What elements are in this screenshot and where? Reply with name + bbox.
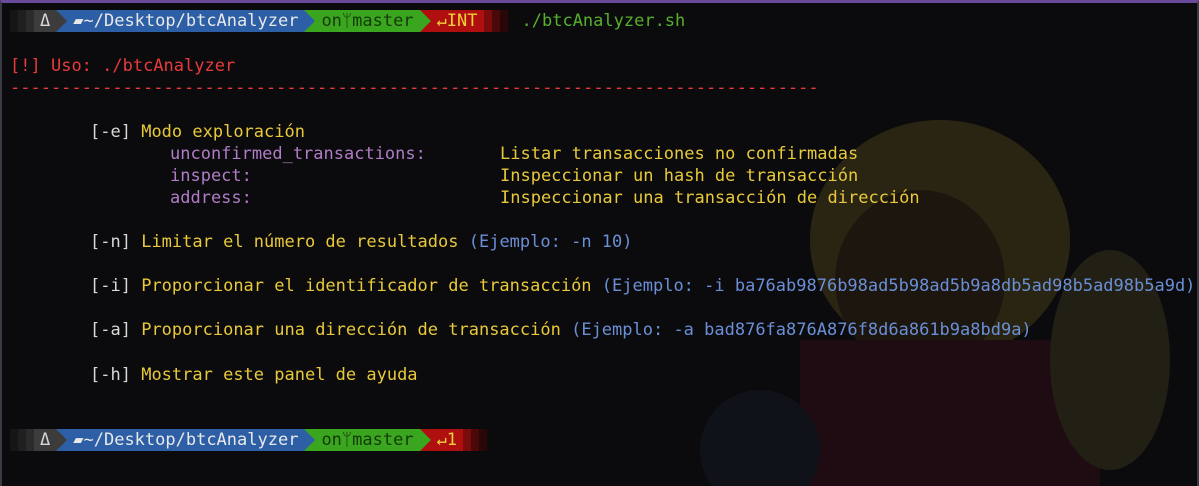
option-flag: [-a] — [90, 320, 131, 340]
folder-icon: ▰ — [73, 430, 84, 450]
exit-status: 1 — [446, 430, 458, 450]
option-a: [-a] Proporcionar una dirección de trans… — [90, 319, 1032, 341]
mode-name: address: — [170, 188, 252, 208]
directory-path: ~/Desktop/btcAnalyzer — [83, 430, 299, 450]
git-branch: master — [352, 430, 414, 450]
status-segment: ↵ 1 — [430, 429, 464, 451]
typed-command: ./btcAnalyzer.sh — [521, 11, 686, 31]
prompt-line-2[interactable]: Δ ▰ ~/Desktop/btcAnalyzer on ᛘ master ↵ … — [10, 429, 488, 451]
option-desc: Modo exploración — [141, 122, 305, 142]
option-example: (Ejemplo: -i ba76ab9876b98ad5b98ad5b9a8d… — [601, 276, 1196, 296]
mode-name: inspect: — [170, 166, 252, 186]
mode-desc: Listar transacciones no confirmadas — [500, 144, 859, 164]
usage-divider: ----------------------------------------… — [10, 78, 819, 98]
git-on-label: on — [321, 11, 342, 31]
directory-segment: ▰ ~/Desktop/btcAnalyzer — [67, 10, 305, 32]
directory-segment: ▰ ~/Desktop/btcAnalyzer — [67, 429, 305, 451]
mode-desc: Inspeccionar una transacción de direcció… — [500, 188, 920, 208]
option-example: (Ejemplo: -a bad876fa876A876f8d6a861b9a8… — [571, 320, 1032, 340]
os-segment: Δ — [34, 10, 57, 32]
git-on-label: on — [321, 430, 342, 450]
warning-tag: [!] — [10, 56, 41, 76]
option-desc: Proporcionar una dirección de transacció… — [141, 320, 561, 340]
git-segment: on ᛘ master — [315, 429, 420, 451]
mode-row: unconfirmed_transactions: — [170, 143, 426, 165]
option-desc: Proporcionar el identificador de transac… — [141, 276, 592, 296]
option-flag: [-h] — [90, 365, 131, 385]
git-branch-icon: ᛘ — [341, 11, 353, 31]
os-icon: Δ — [40, 11, 51, 31]
git-branch-icon: ᛘ — [341, 430, 353, 450]
option-example: (Ejemplo: -n 10) — [468, 232, 633, 252]
mode-name: unconfirmed_transactions: — [170, 144, 426, 164]
option-flag: [-e] — [90, 122, 131, 142]
option-flag: [-n] — [90, 232, 131, 252]
option-desc: Mostrar este panel de ayuda — [141, 365, 418, 385]
option-n: [-n] Limitar el número de resultados (Ej… — [90, 231, 633, 253]
git-segment: on ᛘ master — [315, 10, 420, 32]
mode-desc: Inspeccionar un hash de transacción — [500, 166, 859, 186]
option-flag: [-i] — [90, 276, 131, 296]
status-segment: ↵ INT — [430, 10, 484, 32]
option-desc: Limitar el número de resultados — [141, 232, 459, 252]
option-h: [-h] Mostrar este panel de ayuda — [90, 364, 418, 386]
os-segment: Δ — [34, 429, 57, 451]
prompt-line-1: Δ ▰ ~/Desktop/btcAnalyzer on ᛘ master ↵ … — [10, 10, 685, 32]
return-icon: ↵ — [436, 11, 447, 31]
usage-text: Uso: ./btcAnalyzer — [50, 56, 236, 76]
mode-row: inspect: — [170, 165, 252, 187]
git-branch: master — [352, 11, 414, 31]
os-icon: Δ — [40, 430, 51, 450]
exit-status: INT — [446, 11, 478, 31]
return-icon: ↵ — [436, 430, 447, 450]
option-i: [-i] Proporcionar el identificador de tr… — [90, 275, 1195, 297]
option-e: [-e] Modo exploración — [90, 121, 305, 143]
directory-path: ~/Desktop/btcAnalyzer — [83, 11, 299, 31]
usage-line: [!] Uso: ./btcAnalyzer — [10, 55, 235, 77]
folder-icon: ▰ — [73, 11, 84, 31]
mode-row: address: — [170, 187, 252, 209]
